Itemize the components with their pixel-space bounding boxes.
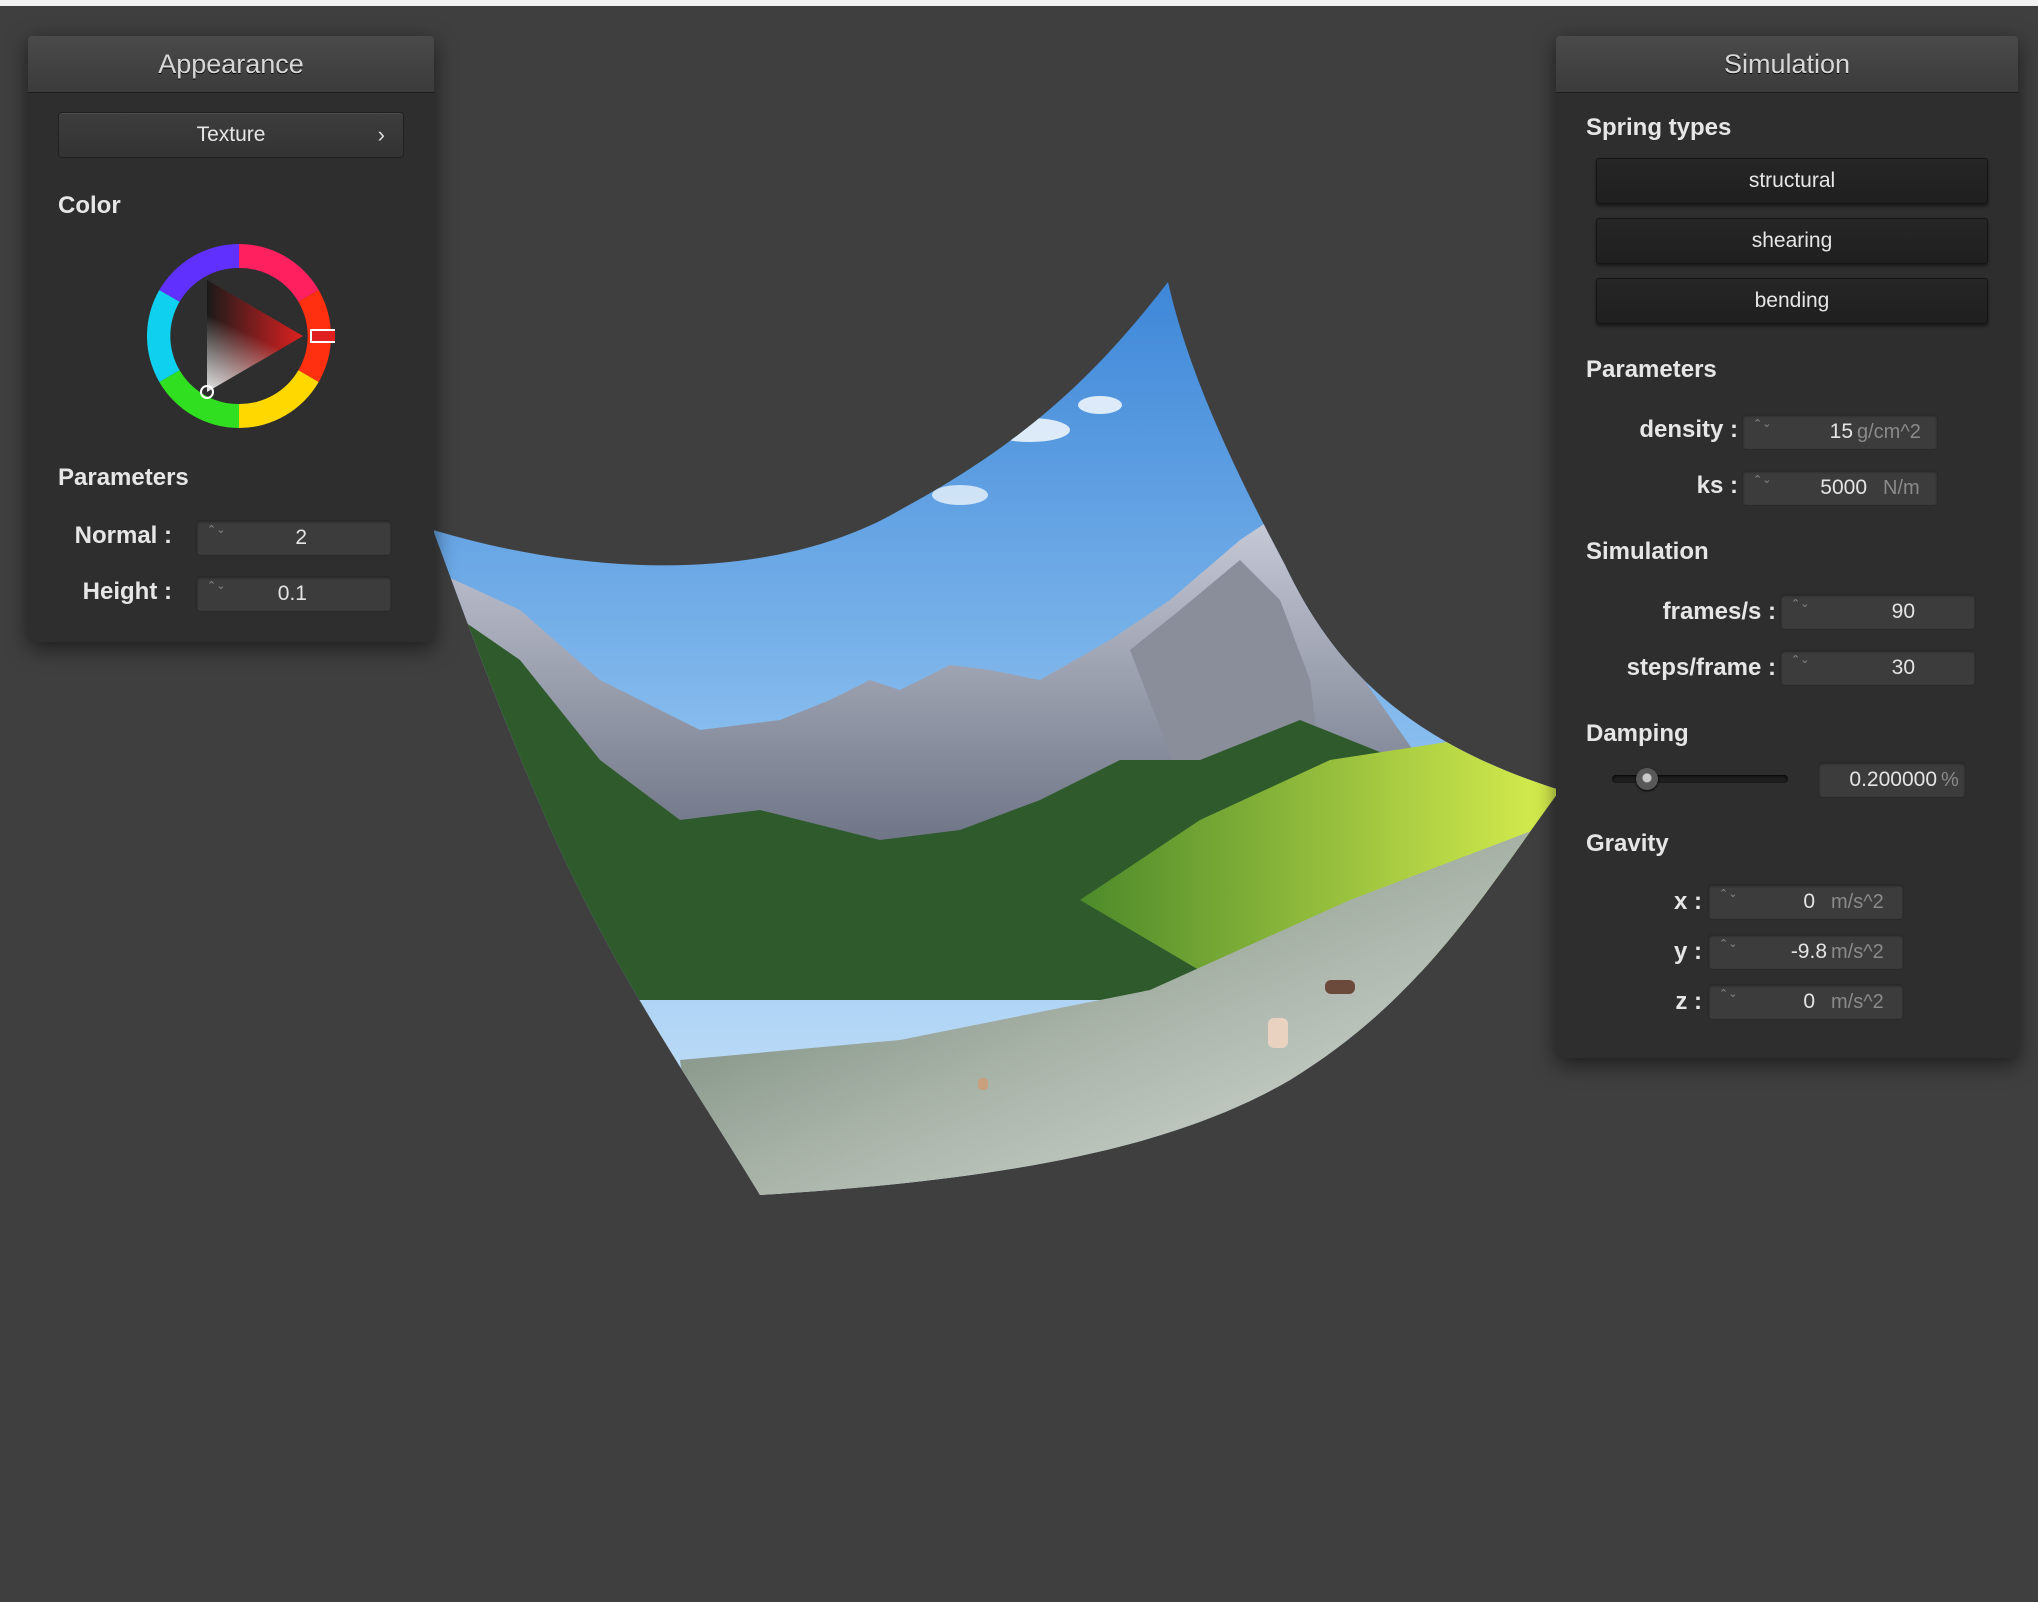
spinbox-arrows-icon[interactable]: ⌃⌄ (1791, 597, 1809, 611)
gravity-z-spinbox[interactable]: ⌃⌄ 0 m/s^2 (1708, 984, 1904, 1020)
sim-parameters-label: Parameters (1586, 356, 1717, 383)
density-spinbox[interactable]: ⌃⌄ 15 g/cm^2 (1742, 414, 1938, 450)
fps-label: frames/s : (1662, 598, 1776, 625)
gravity-label: Gravity (1586, 830, 1669, 857)
height-label: Height : (82, 578, 172, 605)
fps-value: 90 (1891, 600, 1915, 623)
spinbox-arrows-icon[interactable]: ⌃⌄ (1719, 887, 1737, 901)
damping-label: Damping (1586, 720, 1689, 747)
simulation-panel-title[interactable]: Simulation (1556, 36, 2018, 93)
hue-selector-handle[interactable] (310, 329, 335, 343)
ks-value: 5000 (1820, 476, 1867, 499)
damping-unit: % (1941, 769, 1959, 791)
density-value: 15 (1829, 420, 1853, 443)
normal-label: Normal : (74, 522, 172, 549)
density-unit: g/cm^2 (1857, 421, 1921, 443)
spinbox-arrows-icon[interactable]: ⌃⌄ (1791, 653, 1809, 667)
ks-spinbox[interactable]: ⌃⌄ 5000 N/m (1742, 470, 1938, 506)
gravity-z-label: z : (1675, 988, 1702, 1015)
steps-per-frame-value: 30 (1891, 656, 1915, 679)
height-value: 0.1 (277, 582, 307, 605)
color-wheel[interactable] (143, 240, 335, 432)
simulation-panel: Simulation Spring types structural shear… (1556, 36, 2018, 1058)
steps-per-frame-label: steps/frame : (1626, 654, 1776, 681)
shearing-spring-toggle[interactable]: shearing (1596, 218, 1988, 264)
ks-unit: N/m (1883, 477, 1920, 499)
height-spinbox[interactable]: ⌃⌄ 0.1 (196, 576, 392, 612)
bending-spring-toggle[interactable]: bending (1596, 278, 1988, 324)
fps-spinbox[interactable]: ⌃⌄ 90 (1780, 594, 1976, 630)
appearance-panel-title[interactable]: Appearance (28, 36, 434, 93)
color-section-label: Color (58, 192, 121, 219)
spinbox-arrows-icon[interactable]: ⌃⌄ (1753, 473, 1771, 487)
damping-value: 0.200000 (1849, 768, 1937, 791)
gravity-z-unit: m/s^2 (1831, 991, 1884, 1013)
normal-value: 2 (295, 526, 307, 549)
normal-spinbox[interactable]: ⌃⌄ 2 (196, 520, 392, 556)
steps-per-frame-spinbox[interactable]: ⌃⌄ 30 (1780, 650, 1976, 686)
chevron-right-icon: › (377, 122, 385, 147)
simulation-section-label: Simulation (1586, 538, 1709, 565)
gravity-x-value: 0 (1803, 890, 1815, 913)
gravity-y-label: y : (1673, 938, 1702, 965)
ks-label: ks : (1696, 472, 1738, 499)
spring-types-label: Spring types (1586, 114, 1732, 141)
spinbox-arrows-icon[interactable]: ⌃⌄ (1753, 417, 1771, 431)
gravity-x-unit: m/s^2 (1831, 891, 1884, 913)
spinbox-arrows-icon[interactable]: ⌃⌄ (1719, 937, 1737, 951)
spinbox-arrows-icon[interactable]: ⌃⌄ (207, 579, 225, 593)
gravity-x-spinbox[interactable]: ⌃⌄ 0 m/s^2 (1708, 884, 1904, 920)
gravity-y-unit: m/s^2 (1831, 941, 1884, 963)
texture-button[interactable]: Texture › (58, 112, 404, 158)
damping-value-field[interactable]: 0.200000 % (1818, 762, 1966, 798)
density-label: density : (1639, 416, 1738, 443)
gravity-x-label: x : (1673, 888, 1702, 915)
spinbox-arrows-icon[interactable]: ⌃⌄ (207, 523, 225, 537)
appearance-parameters-label: Parameters (58, 464, 189, 491)
cloth-texture-image (433, 282, 1560, 1195)
gravity-z-value: 0 (1803, 990, 1815, 1013)
damping-slider-handle[interactable] (1636, 768, 1659, 790)
gravity-y-value: -9.8 (1790, 940, 1827, 963)
structural-spring-toggle[interactable]: structural (1596, 158, 1988, 204)
spinbox-arrows-icon[interactable]: ⌃⌄ (1719, 987, 1737, 1001)
gravity-y-spinbox[interactable]: ⌃⌄ -9.8 m/s^2 (1708, 934, 1904, 970)
appearance-panel: Appearance Texture › Color Parameters No… (28, 36, 434, 642)
texture-button-label: Texture (196, 123, 266, 146)
